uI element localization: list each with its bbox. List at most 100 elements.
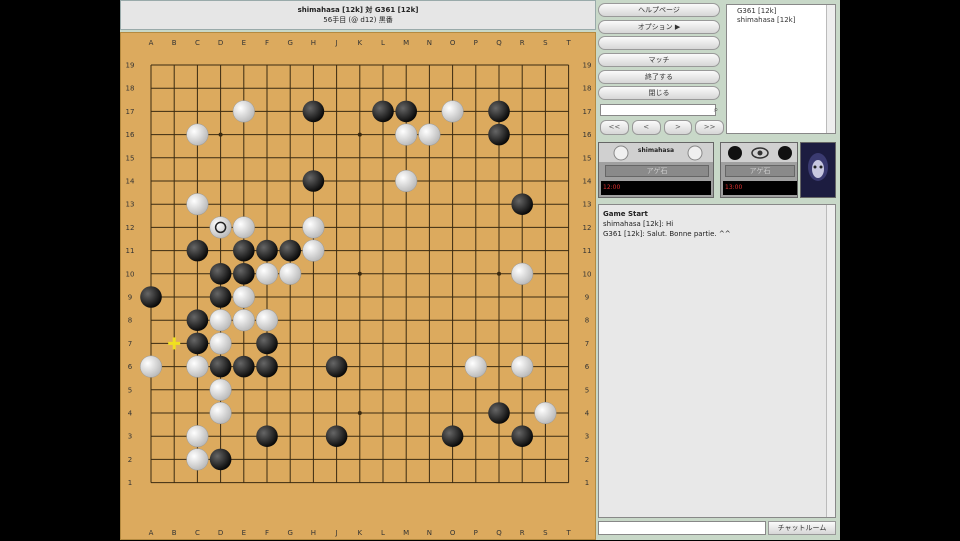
- white-stone: [395, 169, 418, 193]
- column-label: A: [149, 529, 154, 537]
- white-stone: [232, 285, 255, 309]
- options-button[interactable]: オプション ▶: [598, 19, 720, 34]
- chat-line: shimahasa [12k]: Hi: [603, 220, 674, 228]
- black-stone: [140, 286, 162, 308]
- black-stone: [395, 100, 418, 123]
- row-label: 11: [126, 247, 135, 255]
- row-label: 15: [126, 154, 135, 162]
- column-label: T: [565, 39, 571, 47]
- white-stone: [186, 193, 209, 216]
- row-label: 5: [128, 386, 132, 394]
- chat-scrollbar[interactable]: [826, 205, 835, 517]
- user-list-item[interactable]: shimahasa [12k]: [737, 16, 825, 25]
- black-stone: [279, 239, 301, 262]
- white-stone: [209, 401, 232, 425]
- black-stone: [325, 425, 348, 448]
- game-header: shimahasa [12k] 対 G361 [12k] 56手目 (@ d12…: [120, 0, 596, 30]
- row-label: 4: [585, 410, 590, 418]
- white-stone: [511, 262, 534, 285]
- column-label: R: [520, 39, 525, 47]
- column-label: H: [311, 39, 316, 47]
- column-label: C: [195, 39, 200, 47]
- black-stone: [209, 286, 232, 308]
- row-label: 1: [585, 479, 589, 487]
- white-stone: [302, 239, 325, 262]
- user-list-item[interactable]: G361 [12k]: [737, 7, 825, 16]
- white-stone: [186, 123, 209, 146]
- board-svg[interactable]: AABBCCDDEEFFGGHHJJKKLLMMNNOOPPQQRRSSTT1 1…: [121, 33, 597, 541]
- white-stone: [534, 401, 557, 425]
- column-label: O: [450, 529, 456, 537]
- white-stone: [139, 355, 163, 378]
- help-button[interactable]: ヘルプページ: [598, 3, 720, 17]
- column-label: P: [474, 39, 478, 47]
- black-stone: [209, 448, 232, 471]
- row-label: 10: [583, 270, 592, 278]
- move-navigation: << < > >>: [600, 120, 724, 135]
- black-stone: [325, 355, 348, 378]
- row-label: 17: [583, 108, 592, 116]
- white-stone: [209, 378, 232, 401]
- star-point: [218, 132, 223, 137]
- first-move-button[interactable]: <<: [600, 120, 629, 135]
- black-stone: [488, 123, 510, 146]
- row-label: 9: [585, 294, 589, 302]
- chat-log[interactable]: Game Start shimahasa [12k]: Hi G361 [12k…: [598, 204, 836, 518]
- row-label: 19: [126, 62, 135, 70]
- chat-room-button[interactable]: チャットルーム: [768, 521, 836, 535]
- go-client-window: shimahasa [12k] 対 G361 [12k] 56手目 (@ d12…: [120, 0, 840, 540]
- next-move-button[interactable]: >: [663, 120, 693, 135]
- white-clock: 12:00: [601, 181, 711, 195]
- black-stone: [256, 239, 278, 262]
- row-label: 6: [128, 363, 133, 371]
- column-label: T: [565, 529, 571, 537]
- row-label: 14: [126, 178, 135, 186]
- chat-input[interactable]: [598, 521, 766, 535]
- column-label: G: [287, 529, 292, 537]
- go-board[interactable]: AABBCCDDEEFFGGHHJJKKLLMMNNOOPPQQRRSSTT11…: [120, 32, 596, 540]
- column-label: N: [427, 39, 432, 47]
- close-button[interactable]: 閉じる: [598, 86, 720, 101]
- white-captures-button[interactable]: アゲ石: [605, 165, 709, 177]
- column-label: L: [381, 39, 385, 47]
- black-captures-button[interactable]: アゲ石: [725, 165, 795, 177]
- black-stone: [511, 193, 533, 215]
- column-label: G: [287, 39, 292, 47]
- black-stone: [186, 332, 209, 355]
- star-point: [357, 411, 362, 415]
- row-label: 1: [128, 479, 132, 487]
- black-stone: [186, 309, 209, 332]
- black-stone: [233, 263, 255, 285]
- quit-button[interactable]: 終了する: [598, 69, 720, 84]
- row-label: 12: [583, 224, 592, 232]
- column-label: E: [242, 39, 246, 47]
- black-stone-icon: [728, 146, 792, 160]
- last-move-button[interactable]: >>: [695, 120, 724, 135]
- white-stone: [209, 309, 232, 332]
- white-stone: [418, 123, 441, 146]
- prev-move-button[interactable]: <: [631, 120, 661, 135]
- star-point: [497, 271, 501, 276]
- row-label: 8: [585, 317, 589, 325]
- row-label: 4: [128, 410, 133, 418]
- column-label: M: [403, 39, 409, 47]
- column-label: B: [172, 529, 177, 537]
- column-label: J: [335, 529, 338, 537]
- user-list[interactable]: G361 [12k] shimahasa [12k]: [726, 4, 836, 134]
- white-stone: [279, 262, 302, 285]
- column-label: E: [242, 529, 246, 537]
- search-input[interactable]: [600, 104, 716, 116]
- column-label: Q: [496, 39, 502, 47]
- match-button[interactable]: マッチ: [598, 53, 720, 68]
- column-label: N: [427, 529, 432, 537]
- avatar-icon: [801, 143, 835, 197]
- black-stone: [488, 402, 510, 424]
- white-stone: [186, 355, 209, 378]
- move-status: 56手目 (@ d12) 黒番: [323, 16, 393, 24]
- black-stone: [256, 355, 278, 378]
- user-list-scrollbar[interactable]: [826, 5, 835, 133]
- white-stone: [464, 355, 487, 378]
- row-label: 18: [583, 85, 592, 93]
- magnifier-icon[interactable]: ⌕: [710, 104, 722, 116]
- blank-button[interactable]: [598, 36, 720, 51]
